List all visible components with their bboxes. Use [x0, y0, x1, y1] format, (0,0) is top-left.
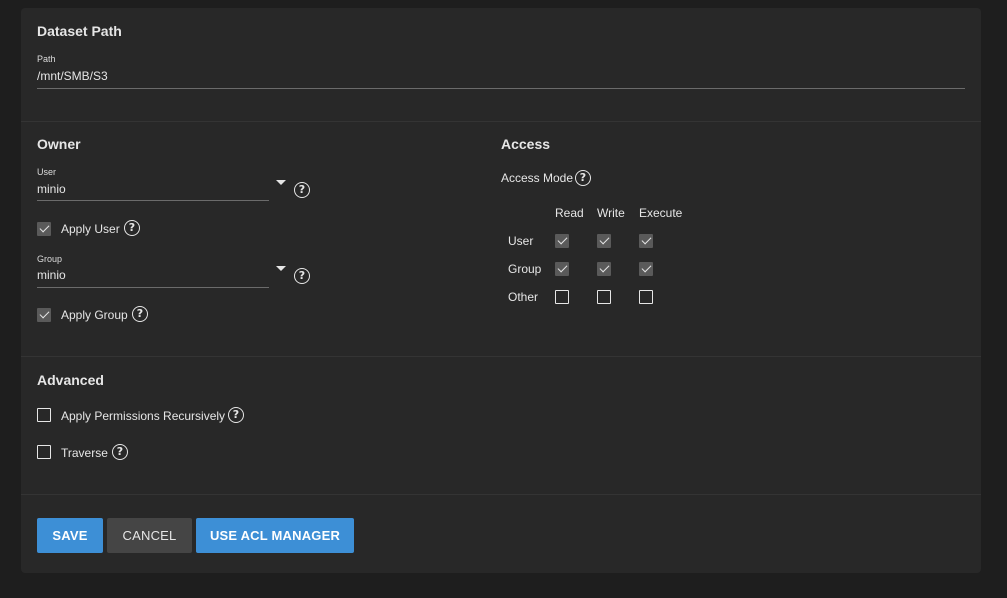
user-help-icon[interactable]: ? — [294, 182, 310, 198]
cancel-button[interactable]: CANCEL — [107, 518, 192, 553]
user-execute-checkbox[interactable] — [639, 234, 653, 248]
col-execute: Execute — [639, 206, 683, 220]
apply-user-checkbox[interactable] — [37, 222, 51, 236]
traverse-label[interactable]: Traverse — [61, 446, 108, 460]
section-divider — [21, 494, 981, 495]
apply-group-checkbox[interactable] — [37, 308, 51, 322]
other-read-checkbox[interactable] — [555, 290, 569, 304]
row-user: User — [508, 234, 534, 248]
other-write-checkbox[interactable] — [597, 290, 611, 304]
apply-user-help-icon[interactable]: ? — [124, 220, 140, 236]
permissions-card: Dataset Path Path /mnt/SMB/S3 Owner User… — [21, 8, 981, 573]
advanced-title: Advanced — [37, 372, 104, 388]
user-value[interactable]: minio — [37, 182, 66, 196]
apply-group-label[interactable]: Apply Group — [61, 308, 128, 322]
path-label: Path — [37, 54, 56, 64]
user-caret-down-icon[interactable] — [276, 180, 286, 185]
user-read-checkbox[interactable] — [555, 234, 569, 248]
group-label: Group — [37, 254, 63, 264]
access-mode-help-icon[interactable]: ? — [575, 170, 591, 186]
path-value: /mnt/SMB/S3 — [37, 69, 108, 83]
group-underline — [37, 287, 269, 288]
apply-group-help-icon[interactable]: ? — [132, 306, 148, 322]
recursive-help-icon[interactable]: ? — [228, 407, 244, 423]
recursive-label[interactable]: Apply Permissions Recursively — [61, 409, 225, 423]
traverse-checkbox[interactable] — [37, 445, 51, 459]
user-label: User — [37, 167, 57, 177]
group-execute-checkbox[interactable] — [639, 262, 653, 276]
access-mode-label: Access Mode — [501, 171, 574, 185]
access-title: Access — [501, 136, 551, 152]
apply-user-label[interactable]: Apply User — [61, 222, 120, 236]
owner-title: Owner — [37, 136, 81, 152]
path-underline — [37, 88, 965, 89]
traverse-help-icon[interactable]: ? — [112, 444, 128, 460]
row-other: Other — [508, 290, 539, 304]
col-read: Read — [555, 206, 584, 220]
save-button[interactable]: SAVE — [37, 518, 103, 553]
section-divider — [21, 356, 981, 357]
section-divider — [21, 121, 981, 122]
other-execute-checkbox[interactable] — [639, 290, 653, 304]
user-underline — [37, 200, 269, 201]
recursive-checkbox[interactable] — [37, 408, 51, 422]
group-read-checkbox[interactable] — [555, 262, 569, 276]
dataset-path-title: Dataset Path — [37, 23, 122, 39]
row-group: Group — [508, 262, 542, 276]
use-acl-manager-button[interactable]: USE ACL MANAGER — [196, 518, 354, 553]
user-write-checkbox[interactable] — [597, 234, 611, 248]
col-write: Write — [597, 206, 625, 220]
group-write-checkbox[interactable] — [597, 262, 611, 276]
group-caret-down-icon[interactable] — [276, 266, 286, 271]
group-value[interactable]: minio — [37, 268, 66, 282]
group-help-icon[interactable]: ? — [294, 268, 310, 284]
